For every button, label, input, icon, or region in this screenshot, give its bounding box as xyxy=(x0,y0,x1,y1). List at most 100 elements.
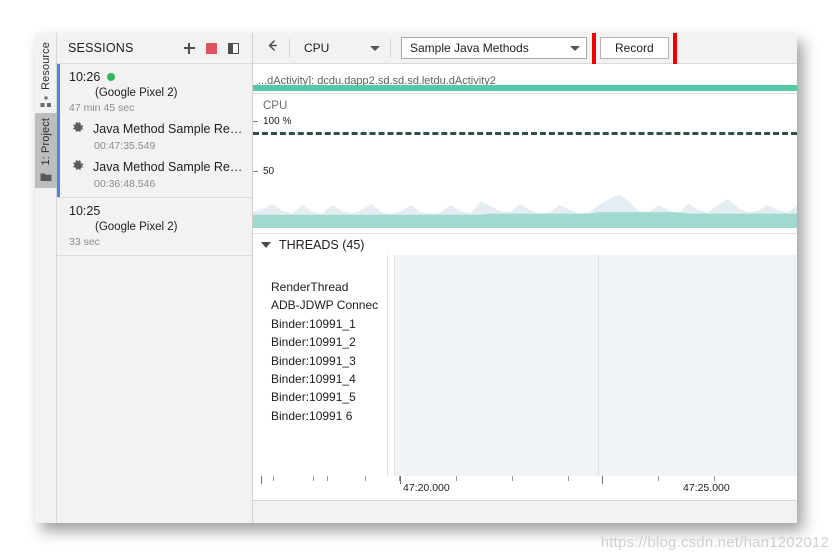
axis-tick xyxy=(273,476,274,481)
profiler-main: CPU Sample Java Methods Record ...dActiv… xyxy=(253,33,797,523)
screenshot-root: Resource 1: Project SESSIONS 10:26 (Goog… xyxy=(0,0,837,557)
session-capture-name: Java Method Sample Re… xyxy=(93,160,243,174)
sidebar-item-resource-label: Resource xyxy=(39,42,52,90)
axis-tick xyxy=(313,476,314,481)
back-button[interactable] xyxy=(259,37,285,59)
session-capture-text: Java Method Sample Re… 00:36:48.546 xyxy=(93,158,242,190)
thread-name-item[interactable]: Binder:10991_3 xyxy=(253,352,387,370)
threads-body: RenderThread ADB-JDWP Connec Binder:10991_… xyxy=(253,255,797,476)
profiler-content: ...dActivity]: dcdu.dapp2.sd.sd.sd.letdu… xyxy=(253,64,797,523)
cpu-area-chart xyxy=(253,172,797,228)
axis-tick-label: 47:25.000 xyxy=(683,482,730,494)
android-studio-profiler-window: Resource 1: Project SESSIONS 10:26 (Goog… xyxy=(35,33,797,523)
cpu-area-chart-svg xyxy=(253,194,797,228)
session-capture-time: 00:47:35.549 xyxy=(94,140,156,152)
axis-tick-label: 47:20.000 xyxy=(403,482,450,494)
record-button[interactable]: Record xyxy=(600,37,669,59)
axis-tick xyxy=(365,476,366,481)
session-group[interactable]: 10:25 (Google Pixel 2) 33 sec xyxy=(57,198,252,255)
axis-tick xyxy=(602,476,603,484)
chevron-down-icon xyxy=(570,45,580,51)
axis-tick xyxy=(261,476,262,484)
axis-tick xyxy=(568,476,569,481)
timeline-axis: 47:20.000 47:25.000 xyxy=(253,476,797,500)
profiler-type-select[interactable]: CPU xyxy=(294,37,386,59)
tool-window-strip: Resource 1: Project xyxy=(35,33,57,523)
sidebar-item-project-label: 1: Project xyxy=(39,117,52,166)
timeline-gridline xyxy=(598,255,599,476)
cpu-threshold-line xyxy=(253,132,797,135)
plus-icon xyxy=(183,42,195,54)
chevron-down-icon xyxy=(370,45,380,51)
axis-tick xyxy=(327,476,328,481)
thread-name-item[interactable]: RenderThread xyxy=(253,278,387,296)
session-device: (Google Pixel 2) xyxy=(95,221,178,233)
thread-name-item[interactable]: ADB-JDWP Connec xyxy=(253,296,387,314)
session-capture-item[interactable]: Java Method Sample Re… 00:36:48.546 xyxy=(57,152,252,190)
session-group[interactable]: 10:26 (Google Pixel 2) 47 min 45 sec Jav… xyxy=(57,64,252,197)
thread-name-item[interactable]: Binder:10991_5 xyxy=(253,388,387,406)
session-time-row: 10:26 xyxy=(57,70,252,84)
sessions-panel: SESSIONS 10:26 (Google Pixel 2) 47 min 4… xyxy=(57,33,253,523)
thread-list-divider xyxy=(387,255,394,476)
profiler-type-value: CPU xyxy=(304,41,330,55)
session-active-dot-icon xyxy=(107,73,116,81)
sessions-title: SESSIONS xyxy=(68,41,134,55)
session-capture-text: Java Method Sample Re… 00:47:35.549 xyxy=(93,120,242,152)
threads-panel: THREADS (45) RenderThread ADB-JDWP Connec… xyxy=(253,234,797,523)
session-duration: 47 min 45 sec xyxy=(69,102,135,114)
back-arrow-icon xyxy=(265,38,280,58)
axis-tick xyxy=(658,476,659,481)
session-capture-name: Java Method Sample Re… xyxy=(93,122,243,136)
session-device: (Google Pixel 2) xyxy=(95,87,178,99)
threads-header[interactable]: THREADS (45) xyxy=(253,234,797,255)
activity-event-strip[interactable]: ...dActivity]: dcdu.dapp2.sd.sd.sd.letdu… xyxy=(253,64,797,94)
profiler-status-bar xyxy=(253,500,797,523)
collapse-panel-button[interactable] xyxy=(223,38,243,58)
thread-name-item[interactable]: Binder:10991_2 xyxy=(253,333,387,351)
recording-config-select[interactable]: Sample Java Methods xyxy=(401,37,587,59)
axis-tick xyxy=(400,476,401,484)
session-capture-time: 00:36:48.546 xyxy=(94,178,156,190)
axis-tick xyxy=(512,476,513,481)
stop-square-icon xyxy=(205,42,217,54)
thread-timeline-track[interactable] xyxy=(394,255,797,476)
thread-name-item[interactable]: Binder:10991_4 xyxy=(253,370,387,388)
session-divider xyxy=(57,255,252,256)
timeline-gridline xyxy=(394,255,395,476)
toolbar-separator xyxy=(390,39,391,57)
toolbar-separator xyxy=(289,39,290,57)
thread-name-item[interactable]: Binder:10991 6 xyxy=(253,407,387,425)
cpu-axis-tick: 100 % xyxy=(253,116,291,127)
resource-manager-icon xyxy=(40,95,52,107)
session-time: 10:26 xyxy=(69,70,101,84)
gear-icon xyxy=(71,159,85,173)
recording-config-value: Sample Java Methods xyxy=(410,41,529,55)
thread-name-list: RenderThread ADB-JDWP Connec Binder:10991_… xyxy=(253,255,387,476)
axis-tick xyxy=(456,476,457,481)
session-capture-item[interactable]: Java Method Sample Re… 00:47:35.549 xyxy=(57,114,252,152)
threads-title: THREADS (45) xyxy=(279,237,365,252)
cpu-panel-title: CPU xyxy=(263,100,288,112)
sessions-header: SESSIONS xyxy=(57,33,252,64)
sidebar-item-project[interactable]: 1: Project xyxy=(35,112,57,189)
session-duration: 33 sec xyxy=(69,236,100,248)
watermark: https://blog.csdn.net/han1202012 xyxy=(600,534,829,551)
chevron-down-icon xyxy=(261,241,271,248)
session-time: 10:25 xyxy=(69,204,101,218)
add-session-button[interactable] xyxy=(179,38,199,58)
tick-dash-icon xyxy=(253,121,258,122)
record-button-group: Record xyxy=(592,33,677,68)
sidebar-item-resource[interactable]: Resource xyxy=(35,37,57,113)
profiler-toolbar: CPU Sample Java Methods Record xyxy=(253,33,797,68)
session-time-row: 10:25 xyxy=(57,204,252,218)
cpu-axis-tick-label: 100 % xyxy=(263,116,292,127)
stop-recording-button[interactable] xyxy=(201,38,221,58)
cpu-monitor-panel[interactable]: CPU 100 % 50 xyxy=(253,94,797,234)
split-panel-icon xyxy=(227,42,239,54)
sessions-list: 10:26 (Google Pixel 2) 47 min 45 sec Jav… xyxy=(57,64,252,523)
folder-icon xyxy=(40,170,52,182)
gear-icon xyxy=(71,121,85,135)
axis-tick xyxy=(714,476,715,481)
thread-name-item[interactable]: Binder:10991_1 xyxy=(253,315,387,333)
